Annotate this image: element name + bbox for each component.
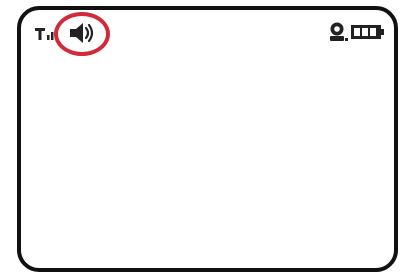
- camera-user-icon: [330, 22, 348, 41]
- status-bar: [21, 10, 394, 56]
- device-screen: [17, 6, 398, 272]
- display-content-area: [21, 56, 394, 268]
- speaker-volume-icon[interactable]: [69, 22, 95, 44]
- battery-icon: [351, 25, 384, 39]
- signal-strength-icon: [35, 28, 54, 40]
